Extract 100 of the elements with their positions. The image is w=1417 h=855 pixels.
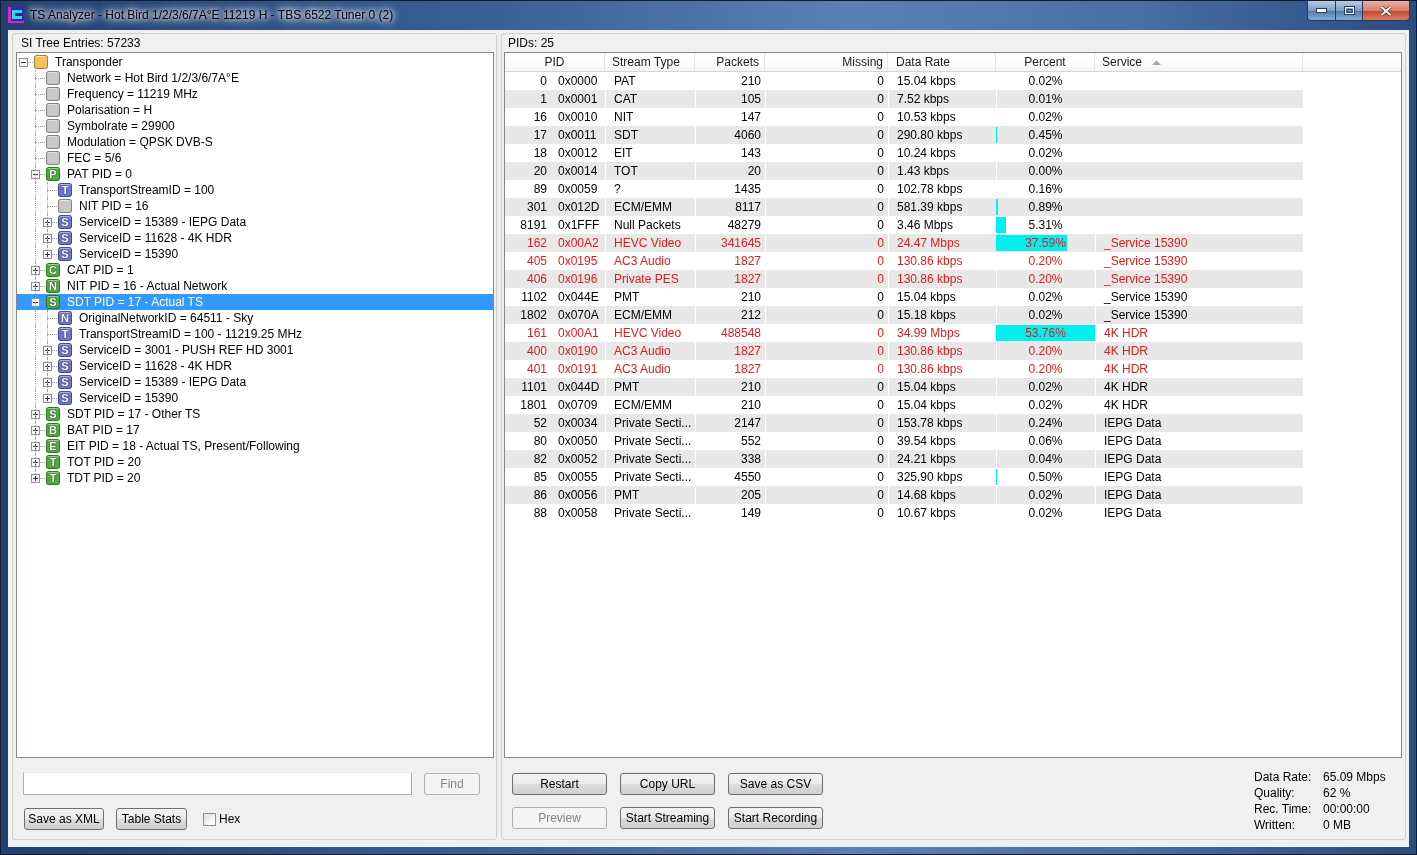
table-cell: 1827	[695, 342, 765, 360]
expand-toggle[interactable]	[43, 378, 52, 387]
column-header[interactable]: PID	[505, 53, 605, 71]
table-row[interactable]: 0 0x0000 PAT 210 0 15.04 kbps 0.02%	[505, 72, 1303, 90]
collapse-toggle[interactable]	[31, 298, 40, 307]
copy-url-button[interactable]: Copy URL	[620, 773, 715, 795]
column-header[interactable]: Packets	[695, 53, 765, 71]
table-row[interactable]: 16 0x0010 NIT 147 0 10.53 kbps 0.02%	[505, 108, 1303, 126]
panel-heading: SI Tree Entries: 57233	[20, 35, 141, 52]
table-cell: 0	[765, 270, 888, 288]
maximize-button[interactable]	[1336, 1, 1363, 21]
save-as-csv-button[interactable]: Save as CSV	[728, 773, 823, 795]
minimize-button[interactable]	[1307, 1, 1336, 21]
tree-item[interactable]: S ServiceID = 15390	[17, 246, 493, 262]
table-row[interactable]: 80 0x0050 Private Secti... 552 0 39.54 kbps 0.06% IEPG Data	[505, 432, 1303, 450]
table-row[interactable]: 1802 0x070A ECM/EMM 212 0 15.18 kbps 0.02% _Service 15390	[505, 306, 1303, 324]
table-row[interactable]: 88 0x0058 Private Secti... 149 0 10.67 kbps 0.02% IEPG Data	[505, 504, 1303, 522]
status-value: 00:00:00	[1323, 801, 1371, 817]
expand-toggle[interactable]	[31, 266, 40, 275]
tree-item[interactable]: Network = Hot Bird 1/2/3/6/7A°E	[17, 70, 493, 86]
table-cell: HEVC Video	[605, 324, 695, 342]
restart-button[interactable]: Restart	[512, 773, 607, 795]
table-row[interactable]: 52 0x0034 Private Secti... 2147 0 153.78 kbps 0.24% IEPG Data	[505, 414, 1303, 432]
tree-item[interactable]: S SDT PID = 17 - Other TS	[17, 406, 493, 422]
column-header[interactable]: Service	[1095, 53, 1303, 71]
letter-badge: T	[58, 327, 72, 341]
close-button[interactable]	[1363, 1, 1410, 21]
expand-toggle[interactable]	[43, 362, 52, 371]
table-row[interactable]: 161 0x00A1 HEVC Video 488548 0 34.99 Mbps 53.76% 4K HDR	[505, 324, 1303, 342]
column-header[interactable]: Stream Type	[605, 53, 695, 71]
table-row[interactable]: 1801 0x0709 ECM/EMM 210 0 15.04 kbps 0.02% 4K HDR	[505, 396, 1303, 414]
column-header[interactable]: Data Rate	[888, 53, 996, 71]
tree-item[interactable]: NIT PID = 16	[17, 198, 493, 214]
table-cell: 15.04 kbps	[888, 72, 996, 90]
table-row[interactable]: 301 0x012D ECM/EMM 8117 0 581.39 kbps 0.89%	[505, 198, 1303, 216]
expand-toggle[interactable]	[31, 474, 40, 483]
column-header[interactable]: Missing	[765, 53, 888, 71]
table-row[interactable]: 405 0x0195 AC3 Audio 1827 0 130.86 kbps 0.20% _Service 15390	[505, 252, 1303, 270]
collapse-toggle[interactable]	[19, 58, 28, 67]
table-cell-text: 1102	[520, 289, 548, 306]
letter-badge: S	[46, 407, 60, 421]
search-field[interactable]	[23, 772, 412, 795]
column-header[interactable]: Percent	[996, 53, 1095, 71]
expand-toggle[interactable]	[31, 458, 40, 467]
table-row[interactable]: 1102 0x044E PMT 210 0 15.04 kbps 0.02% _Service 15390	[505, 288, 1303, 306]
tree-item[interactable]: Transponder	[17, 54, 493, 70]
table-row[interactable]: 82 0x0052 Private Secti... 338 0 24.21 kbps 0.04% IEPG Data	[505, 450, 1303, 468]
tree-item[interactable]: T TransportStreamID = 100	[17, 182, 493, 198]
table-row[interactable]: 86 0x0056 PMT 205 0 14.68 kbps 0.02% IEPG Data	[505, 486, 1303, 504]
checkbox[interactable]	[203, 812, 216, 826]
tree-item[interactable]: N NIT PID = 16 - Actual Network	[17, 278, 493, 294]
tree-item[interactable]: S ServiceID = 15390	[17, 390, 493, 406]
table-row[interactable]: 85 0x0055 Private Secti... 4550 0 325.90 kbps 0.50% IEPG Data	[505, 468, 1303, 486]
expand-toggle[interactable]	[31, 410, 40, 419]
start-recording-button[interactable]: Start Recording	[728, 807, 823, 829]
table-row[interactable]: 89 0x0059 ? 1435 0 102.78 kbps 0.16%	[505, 180, 1303, 198]
tree-item[interactable]: S ServiceID = 15389 - IEPG Data	[17, 374, 493, 390]
table-cell: 0.02%	[996, 306, 1095, 324]
expand-toggle[interactable]	[31, 426, 40, 435]
collapse-toggle[interactable]	[31, 170, 40, 179]
save-as-xml-button[interactable]: Save as XML	[24, 808, 104, 830]
tree-item[interactable]: S ServiceID = 11628 - 4K HDR	[17, 230, 493, 246]
table-row[interactable]: 18 0x0012 EIT 143 0 10.24 kbps 0.02%	[505, 144, 1303, 162]
expand-toggle[interactable]	[43, 234, 52, 243]
tree-item[interactable]: S ServiceID = 11628 - 4K HDR	[17, 358, 493, 374]
tree-item[interactable]: Polarisation = H	[17, 102, 493, 118]
tree-item[interactable]: T TDT PID = 20	[17, 470, 493, 486]
table-row[interactable]: 17 0x0011 SDT 4060 0 290.80 kbps 0.45%	[505, 126, 1303, 144]
start-streaming-button[interactable]: Start Streaming	[620, 807, 715, 829]
letter-badge: T	[46, 471, 60, 485]
tree-item[interactable]: T TransportStreamID = 100 - 11219.25 MHz	[17, 326, 493, 342]
checkbox-label[interactable]: Hex	[219, 811, 241, 827]
expand-toggle[interactable]	[43, 346, 52, 355]
table-row[interactable]: 20 0x0014 TOT 20 0 1.43 kbps 0.00%	[505, 162, 1303, 180]
tree-item[interactable]: E EIT PID = 18 - Actual TS, Present/Following	[17, 438, 493, 454]
tree-item[interactable]: Frequency = 11219 MHz	[17, 86, 493, 102]
table-cell-text: 405	[525, 253, 548, 270]
tree-item[interactable]: S ServiceID = 3001 - PUSH REF HD 3001	[17, 342, 493, 358]
expand-toggle[interactable]	[43, 394, 52, 403]
table-row[interactable]: 406 0x0196 Private PES 1827 0 130.86 kbps 0.20% _Service 15390	[505, 270, 1303, 288]
tree-item[interactable]: N OriginalNetworkID = 64511 - Sky	[17, 310, 493, 326]
tree-item[interactable]: FEC = 5/6	[17, 150, 493, 166]
table-row[interactable]: 1101 0x044D PMT 210 0 15.04 kbps 0.02% 4K HDR	[505, 378, 1303, 396]
tree-item[interactable]: B BAT PID = 17	[17, 422, 493, 438]
table-stats-button[interactable]: Table Stats	[116, 808, 187, 830]
expand-toggle[interactable]	[31, 282, 40, 291]
expand-toggle[interactable]	[43, 250, 52, 259]
table-row[interactable]: 8191 0x1FFF Null Packets 48279 0 3.46 Mbps 5.31%	[505, 216, 1303, 234]
tree-item[interactable]: P PAT PID = 0	[17, 166, 493, 182]
table-row[interactable]: 162 0x00A2 HEVC Video 341645 0 24.47 Mbps 37.59% _Service 15390	[505, 234, 1303, 252]
tree-item[interactable]: T TOT PID = 20	[17, 454, 493, 470]
tree-item[interactable]: Modulation = QPSK DVB-S	[17, 134, 493, 150]
table-row[interactable]: 400 0x0190 AC3 Audio 1827 0 130.86 kbps 0.20% 4K HDR	[505, 342, 1303, 360]
expand-toggle[interactable]	[31, 442, 40, 451]
tree-item[interactable]: S ServiceID = 15389 - IEPG Data	[17, 214, 493, 230]
expand-toggle[interactable]	[43, 218, 52, 227]
table-row[interactable]: 401 0x0191 AC3 Audio 1827 0 130.86 kbps 0.20% 4K HDR	[505, 360, 1303, 378]
table-row[interactable]: 1 0x0001 CAT 105 0 7.52 kbps 0.01%	[505, 90, 1303, 108]
tree-item[interactable]: C CAT PID = 1	[17, 262, 493, 278]
tree-item[interactable]: Symbolrate = 29900	[17, 118, 493, 134]
